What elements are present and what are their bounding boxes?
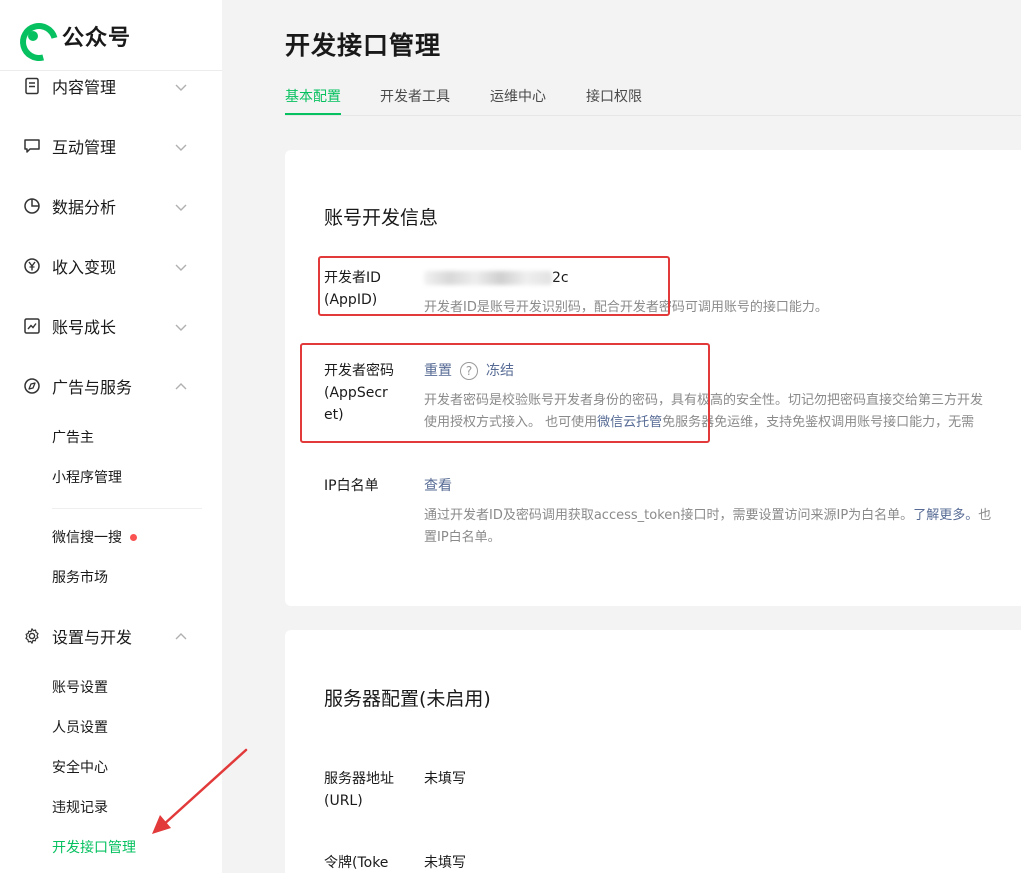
chevron-down-icon (174, 319, 188, 333)
trend-chart-icon (23, 317, 41, 335)
sidebar-item-interaction[interactable]: 互动管理 (0, 126, 222, 166)
divider (285, 115, 1021, 116)
ip-whitelist-view-link: 查看 (424, 475, 452, 497)
description-text: 也 (978, 508, 992, 523)
ip-whitelist-description-line1: 通过开发者ID及密码调用获取access_token接口时，需要设置访问来源IP… (424, 505, 991, 527)
sidebar-subitem-wechat-search[interactable]: 微信搜一搜 (52, 526, 137, 550)
tab-interface-permissions[interactable]: 接口权限 (586, 86, 642, 116)
tab-dev-tools[interactable]: 开发者工具 (380, 86, 450, 116)
compass-icon (23, 377, 41, 395)
divider (52, 508, 202, 509)
highlight-box-appsecret (300, 343, 710, 443)
chevron-down-icon (174, 139, 188, 153)
sidebar-item-label: 内容管理 (52, 78, 117, 97)
sidebar-item-label: 收入变现 (52, 258, 117, 277)
description-text: 通过开发者ID及密码调用获取access_token接口时，需要设置访问来源IP… (424, 508, 914, 523)
server-url-label: 服务器地址 (URL) (324, 771, 394, 809)
highlight-box-appid (318, 256, 670, 316)
gear-icon (23, 627, 41, 645)
sidebar-subitem-service-market[interactable]: 服务市场 (52, 566, 108, 590)
wechat-official-account-logo-icon (16, 19, 50, 53)
ip-whitelist-description-line2: 置IP白名单。 (424, 530, 501, 545)
section-title: 服务器配置(未启用) (324, 688, 491, 710)
chat-bubble-icon (23, 137, 41, 155)
sidebar-item-label: 设置与开发 (52, 628, 133, 647)
sidebar-item-label: 账号成长 (52, 318, 117, 337)
chevron-down-icon (174, 199, 188, 213)
yen-circle-icon (23, 257, 41, 275)
sidebar-item-content[interactable]: 内容管理 (0, 66, 222, 106)
tab-basic-config[interactable]: 基本配置 (285, 86, 341, 116)
sidebar-item-label: 广告与服务 (52, 378, 133, 397)
chevron-up-icon (174, 379, 188, 393)
sidebar-subitem-member-settings[interactable]: 人员设置 (52, 716, 108, 740)
sidebar-item-growth[interactable]: 账号成长 (0, 306, 222, 346)
document-icon (23, 77, 41, 95)
brand[interactable]: 公众号 (16, 14, 131, 58)
sidebar-subitem-miniprogram[interactable]: 小程序管理 (52, 466, 122, 490)
learn-more-link[interactable]: 了解更多。 (913, 508, 978, 523)
sidebar-subitem-account-settings[interactable]: 账号设置 (52, 676, 108, 700)
sidebar-subitem-dev-interface[interactable]: 开发接口管理 (52, 836, 136, 860)
sidebar-subitem-label: 微信搜一搜 (52, 530, 122, 546)
sidebar-item-monetization[interactable]: 收入变现 (0, 246, 222, 286)
sidebar-subitem-violation-records[interactable]: 违规记录 (52, 796, 108, 820)
ip-whitelist-label: IP白名单 (324, 478, 379, 494)
sidebar: 公众号 内容管理 互动管理 数据分析 收入变现 账号成长 广告与服务 广告主 小… (0, 0, 222, 873)
sidebar-subitem-security-center[interactable]: 安全中心 (52, 756, 108, 780)
tab-ops-center[interactable]: 运维中心 (490, 86, 546, 116)
server-url-value: 未填写 (424, 771, 466, 787)
pie-chart-icon (23, 197, 41, 215)
chevron-down-icon (174, 79, 188, 93)
sidebar-item-analytics[interactable]: 数据分析 (0, 186, 222, 226)
sidebar-item-label: 互动管理 (52, 138, 117, 157)
sidebar-item-ads-services[interactable]: 广告与服务 (0, 366, 222, 406)
brand-name: 公众号 (62, 26, 132, 51)
token-value: 未填写 (424, 855, 466, 871)
section-title: 账号开发信息 (324, 207, 439, 229)
sidebar-item-label: 数据分析 (52, 198, 117, 217)
server-config-card (285, 630, 1021, 873)
chevron-down-icon (174, 259, 188, 273)
sidebar-subitem-advertiser[interactable]: 广告主 (52, 426, 94, 450)
sidebar-item-settings-dev[interactable]: 设置与开发 (0, 616, 222, 656)
notification-dot (130, 533, 137, 541)
chevron-up-icon (174, 629, 188, 643)
view-ip-whitelist-link[interactable]: 查看 (424, 478, 452, 494)
page-title: 开发接口管理 (285, 31, 442, 60)
token-label: 令牌(Toke (324, 855, 389, 871)
